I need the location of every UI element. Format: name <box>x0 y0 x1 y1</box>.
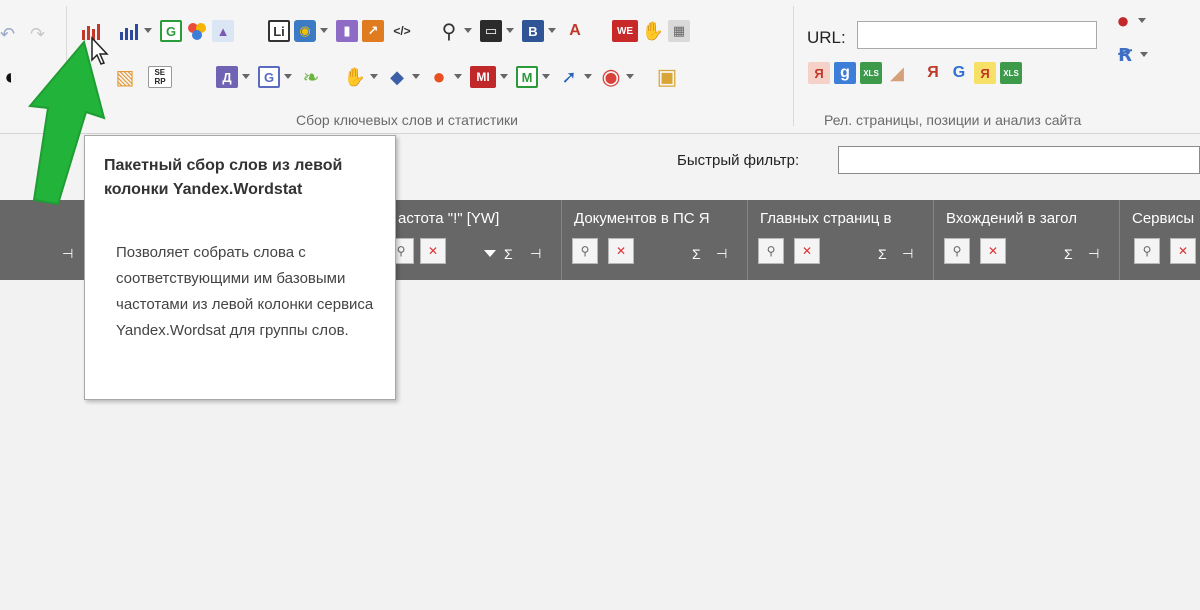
m-green-icon[interactable]: M <box>516 66 538 88</box>
chevron-down-icon[interactable] <box>412 74 420 80</box>
chevron-down-icon[interactable] <box>320 28 328 34</box>
column-header-services[interactable]: Сервисы ⚲ ✕ <box>1120 200 1200 280</box>
right-bottom-icons: Ꞧ <box>1114 44 1156 66</box>
code-tag-icon[interactable]: </> <box>388 20 416 42</box>
pin-icon[interactable]: ⊣ <box>716 246 727 262</box>
yandex-yellow-icon[interactable]: Я <box>974 62 996 84</box>
xls-green-icon[interactable]: XLS <box>1000 62 1022 84</box>
magnifier-icon[interactable]: ⚲ <box>438 20 460 43</box>
column-title: Сервисы <box>1132 210 1195 227</box>
chevron-down-icon[interactable] <box>464 28 472 34</box>
yandex-rel-icon[interactable]: Я <box>922 62 944 84</box>
fire-ball-icon[interactable]: ● <box>428 64 450 89</box>
keywords-toolbar-row1: G ▲ Li ◉ ▮ ↗ </> ⚲ ▭ B A WE ✋ ▦ <box>80 20 694 43</box>
url-input[interactable] <box>857 21 1097 49</box>
chevron-down-icon[interactable] <box>1140 52 1148 58</box>
chevron-down-icon[interactable] <box>548 28 556 34</box>
url-label: URL: <box>807 28 846 47</box>
d-letter-icon[interactable]: Д <box>216 66 238 88</box>
mi-logo-icon[interactable]: MI <box>470 66 496 88</box>
pin-icon[interactable]: ⊣ <box>1088 246 1099 262</box>
annotation-arrow-icon <box>28 39 106 206</box>
xls-export-icon[interactable]: XLS <box>860 62 882 84</box>
chevron-down-icon[interactable] <box>626 74 634 80</box>
pin-icon[interactable]: ⊣ <box>902 246 913 262</box>
clear-filter-icon[interactable]: ✕ <box>1170 238 1196 264</box>
b-letter-icon[interactable]: B <box>522 20 544 42</box>
chevron-down-icon[interactable] <box>506 28 514 34</box>
google-g-box-icon[interactable]: G <box>258 66 280 88</box>
filter-icon[interactable]: ⚲ <box>944 238 970 264</box>
right-top-icons: ● <box>1112 8 1154 33</box>
chevron-down-icon[interactable] <box>500 74 508 80</box>
box-icon[interactable]: ▣ <box>656 64 678 89</box>
google-g-icon[interactable]: G <box>160 20 182 42</box>
monitor-chart-icon[interactable]: ▭ <box>480 20 502 42</box>
serp-icon[interactable]: SE RP <box>148 66 172 88</box>
column-title: астота "!" [YW] <box>398 210 500 227</box>
calculator-icon[interactable]: ▦ <box>668 20 690 42</box>
filter-icon[interactable]: ⚲ <box>758 238 784 264</box>
clear-filter-icon[interactable]: ✕ <box>608 238 634 264</box>
chevron-down-icon[interactable] <box>1138 18 1146 24</box>
group-label-site: Рел. страницы, позиции и анализ сайта <box>824 112 1082 128</box>
orange-trend-icon[interactable]: ↗ <box>362 20 384 42</box>
chevron-down-icon[interactable] <box>144 28 152 34</box>
sigma-icon[interactable]: Σ <box>692 246 701 262</box>
clear-filter-icon[interactable]: ✕ <box>420 238 446 264</box>
quick-filter-input[interactable] <box>838 146 1200 174</box>
web-circle-icon[interactable]: ◉ <box>294 20 316 42</box>
colored-circles-icon[interactable] <box>186 20 208 42</box>
image-chart-icon[interactable]: ▲ <box>212 20 234 42</box>
yandex-ya-icon[interactable]: Я <box>808 62 830 84</box>
column-header-documents[interactable]: Документов в ПС Я ⚲ ✕ Σ ⊣ <box>562 200 748 280</box>
red-circle-icon[interactable]: ◉ <box>600 64 622 89</box>
google-8-icon[interactable]: g <box>834 62 856 84</box>
chevron-down-icon[interactable] <box>584 74 592 80</box>
column-header-main-pages[interactable]: Главных страниц в ⚲ ✕ Σ ⊣ <box>748 200 934 280</box>
li-counter-icon[interactable]: Li <box>268 20 290 42</box>
chevron-down-icon[interactable] <box>454 74 462 80</box>
chevron-down-icon[interactable] <box>542 74 550 80</box>
hand-icon[interactable]: ✋ <box>642 20 664 42</box>
sigma-icon[interactable]: Σ <box>504 246 513 262</box>
r-blue-icon[interactable]: Ꞧ <box>1114 44 1136 66</box>
we-logo-icon[interactable]: WE <box>612 20 638 42</box>
tooltip-body: Позволяет собрать слова с соответствующи… <box>116 244 374 339</box>
chevron-down-icon[interactable] <box>370 74 378 80</box>
ribbon-separator <box>793 6 794 126</box>
purple-chart-icon[interactable]: ▮ <box>336 20 358 42</box>
quick-filter-label: Быстрый фильтр: <box>677 152 800 169</box>
orange-hand-icon[interactable]: ✋ <box>344 66 366 88</box>
filter-icon[interactable]: ⚲ <box>1134 238 1160 264</box>
sigma-icon[interactable]: Σ <box>878 246 887 262</box>
ribbon-toolbar: ↶ ↷ G ▲ Li ◉ ▮ ↗ </> ⚲ ▭ B A WE ✋ ▦ ◐ ▧ … <box>0 0 1200 134</box>
chevron-down-icon[interactable] <box>284 74 292 80</box>
column-header-title-occurrences[interactable]: Вхождений в загол ⚲ ✕ Σ ⊣ <box>934 200 1120 280</box>
filter-icon[interactable]: ⚲ <box>572 238 598 264</box>
blue-arrow-icon[interactable]: ➚ <box>558 66 580 88</box>
clear-filter-icon[interactable]: ✕ <box>794 238 820 264</box>
column-header-frequency[interactable]: астота "!" [YW] ⚲ ✕ Σ ⊣ <box>380 200 562 280</box>
spy-hat-icon[interactable]: ◆ <box>386 66 408 88</box>
column-title: Главных страниц в <box>760 210 892 227</box>
pin-icon[interactable]: ⊣ <box>530 246 541 262</box>
leaf-icon[interactable]: ❧ <box>300 66 322 89</box>
tooltip-title: Пакетный сбор слов из левой колонки Yand… <box>104 157 343 198</box>
red-dot-icon[interactable]: ● <box>1112 8 1134 33</box>
sort-desc-icon[interactable] <box>484 250 496 257</box>
column-title: Документов в ПС Я <box>574 210 710 227</box>
chevron-down-icon[interactable] <box>242 74 250 80</box>
eraser-icon[interactable]: ◢ <box>886 62 908 84</box>
spellcheck-icon[interactable]: A <box>564 20 586 42</box>
group-label-keywords: Сбор ключевых слов и статистики <box>296 112 518 128</box>
site-toolbar: Я g XLS ◢ Я G Я XLS <box>808 62 1026 84</box>
clear-filter-icon[interactable]: ✕ <box>980 238 1006 264</box>
google-rel-icon[interactable]: G <box>948 62 970 84</box>
column-title: Вхождений в загол <box>946 210 1077 227</box>
pin-icon[interactable]: ⊣ <box>62 246 73 262</box>
sigma-icon[interactable]: Σ <box>1064 246 1073 262</box>
